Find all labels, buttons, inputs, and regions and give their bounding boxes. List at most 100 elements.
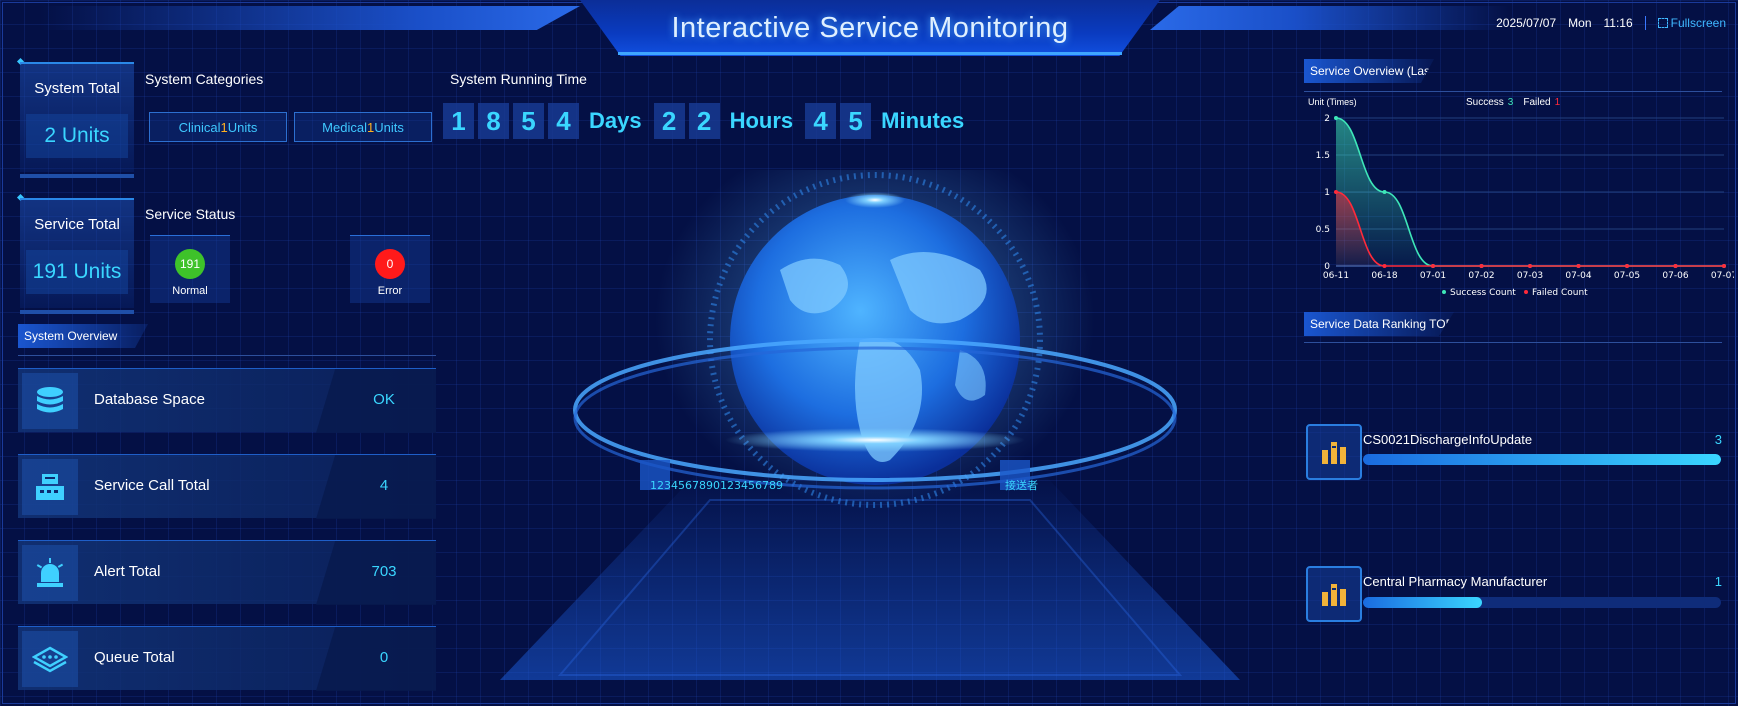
card-base — [20, 310, 134, 314]
system-total-value: 2 Units — [26, 114, 128, 158]
data-point — [1431, 264, 1435, 268]
bar-chart-icon — [1306, 424, 1362, 480]
weekday-text: Mon — [1568, 16, 1592, 30]
ranking-item-value: 1 — [1714, 574, 1722, 589]
days-digit: 8 — [478, 103, 509, 139]
normal-label: Normal — [172, 285, 208, 297]
category-count: 1 — [366, 119, 375, 135]
service-overview-chart: 00.511.5206-11 06-18 07-01 07-02 07-03 07-04 0… — [1316, 114, 1734, 298]
minutes-digit: 4 — [805, 103, 837, 139]
cash-register-icon — [22, 459, 78, 515]
section-divider — [18, 355, 436, 356]
top-info-bar: 2025/07/07 Mon 11:16 Fullscreen — [1496, 16, 1726, 30]
error-count-badge: 0 — [375, 249, 405, 279]
overview-value: OK — [373, 391, 395, 408]
service-overview-title: Service Overview (Last 7 Days) — [1304, 59, 1434, 83]
chart-summary: Success 3 Failed 1 — [1466, 97, 1560, 108]
status-card-error[interactable]: 0 Error — [350, 235, 430, 303]
overview-label: Service Call Total — [94, 477, 210, 494]
days-digit: 5 — [513, 103, 544, 139]
legend-marker — [1442, 290, 1446, 294]
overview-label: Database Space — [94, 391, 205, 408]
system-categories-title: System Categories — [145, 71, 264, 87]
overview-label: Alert Total — [94, 563, 161, 580]
ranking-bar-fill — [1363, 597, 1483, 608]
system-total-card: System Total 2 Units — [20, 62, 134, 178]
ranking-bar-track — [1363, 454, 1721, 465]
header-banner-edge — [618, 52, 1122, 55]
time-text: 11:16 — [1603, 16, 1633, 30]
data-point — [1625, 264, 1629, 268]
y-tick-label: 2 — [1324, 114, 1330, 124]
minutes-unit: Minutes — [881, 108, 965, 133]
overview-label: Queue Total — [94, 649, 175, 666]
service-total-label: Service Total — [34, 216, 120, 233]
service-total-value: 191 Units — [26, 250, 128, 294]
running-time-title: System Running Time — [450, 71, 587, 87]
y-tick-label: 1.5 — [1316, 151, 1330, 161]
days-digit: 4 — [548, 103, 579, 139]
success-summary-label: Success — [1466, 97, 1504, 108]
category-tag-medical[interactable]: Medical 1 Units — [294, 112, 432, 142]
error-label: Error — [377, 285, 403, 297]
service-total-card: Service Total 191 Units — [20, 198, 134, 314]
card-base — [20, 174, 134, 178]
running-time-counter: 1 8 5 4 Days 2 2 Hours 4 5 Minutes — [443, 103, 972, 139]
data-point — [1382, 190, 1387, 194]
y-tick-label: 1 — [1324, 188, 1330, 198]
data-point — [1576, 264, 1581, 268]
x-tick-label: 07-07 — [1711, 271, 1734, 281]
fullscreen-button[interactable]: Fullscreen — [1657, 16, 1726, 30]
globe-visual: 1234567890123456789 接送者 — [460, 130, 1280, 690]
overview-value: 703 — [371, 563, 397, 580]
x-tick-label: 07-05 — [1614, 271, 1640, 281]
fullscreen-icon — [1657, 18, 1668, 28]
overview-value: 4 — [379, 477, 389, 494]
globe-left-label: 1234567890123456789 — [650, 479, 783, 492]
header-wing-right — [1150, 6, 1510, 30]
failed-summary-value: 1 — [1554, 97, 1561, 108]
data-point — [1673, 264, 1678, 268]
category-unit: Units — [374, 119, 404, 135]
category-count: 1 — [220, 119, 228, 135]
service-status-title: Service Status — [145, 206, 236, 222]
data-point — [1334, 190, 1338, 194]
bar-chart-icon — [1306, 566, 1362, 622]
ranking-bar-track — [1363, 597, 1721, 608]
failed-summary-label: Failed — [1523, 97, 1551, 108]
data-point — [1334, 116, 1338, 120]
overview-row-database[interactable]: Database Space OK — [18, 368, 436, 433]
database-icon — [22, 373, 78, 429]
category-name: Medical — [322, 119, 367, 135]
x-tick-label: 06-18 — [1371, 271, 1397, 281]
success-summary-value: 3 — [1507, 97, 1514, 108]
ranking-title: Service Data Ranking TOP5 — [1304, 312, 1454, 336]
x-tick-label: 07-01 — [1420, 271, 1446, 281]
x-tick-label: 07-04 — [1565, 271, 1591, 281]
overview-row-alert[interactable]: Alert Total 703 — [18, 540, 436, 605]
status-card-normal[interactable]: 191 Normal — [150, 235, 230, 303]
overview-row-service-call[interactable]: Service Call Total 4 — [18, 454, 436, 519]
layers-icon — [22, 631, 78, 687]
alarm-siren-icon — [22, 545, 78, 601]
days-digit: 1 — [443, 103, 474, 139]
minutes-digit: 5 — [840, 103, 872, 139]
data-point — [1479, 264, 1484, 268]
y-tick-label: 0.5 — [1316, 225, 1330, 235]
normal-count-badge: 191 — [175, 249, 205, 279]
legend-label: Failed Count — [1532, 288, 1588, 298]
legend-marker — [1524, 290, 1528, 294]
category-name: Clinical — [178, 119, 221, 135]
date-text: 2025/07/07 — [1496, 16, 1557, 30]
x-tick-label: 07-03 — [1517, 271, 1543, 281]
hours-digit: 2 — [688, 103, 720, 139]
hours-unit: Hours — [729, 108, 794, 133]
category-tag-clinical[interactable]: Clinical 1 Units — [149, 112, 287, 142]
data-point — [1722, 264, 1726, 268]
overview-row-queue[interactable]: Queue Total 0 — [18, 626, 436, 691]
ranking-item-value: 3 — [1714, 432, 1722, 447]
x-tick-label: 07-06 — [1662, 271, 1688, 281]
data-point — [1382, 264, 1387, 268]
legend-label: Success Count — [1450, 288, 1516, 298]
chart-unit-label: Unit (Times) — [1308, 97, 1357, 107]
